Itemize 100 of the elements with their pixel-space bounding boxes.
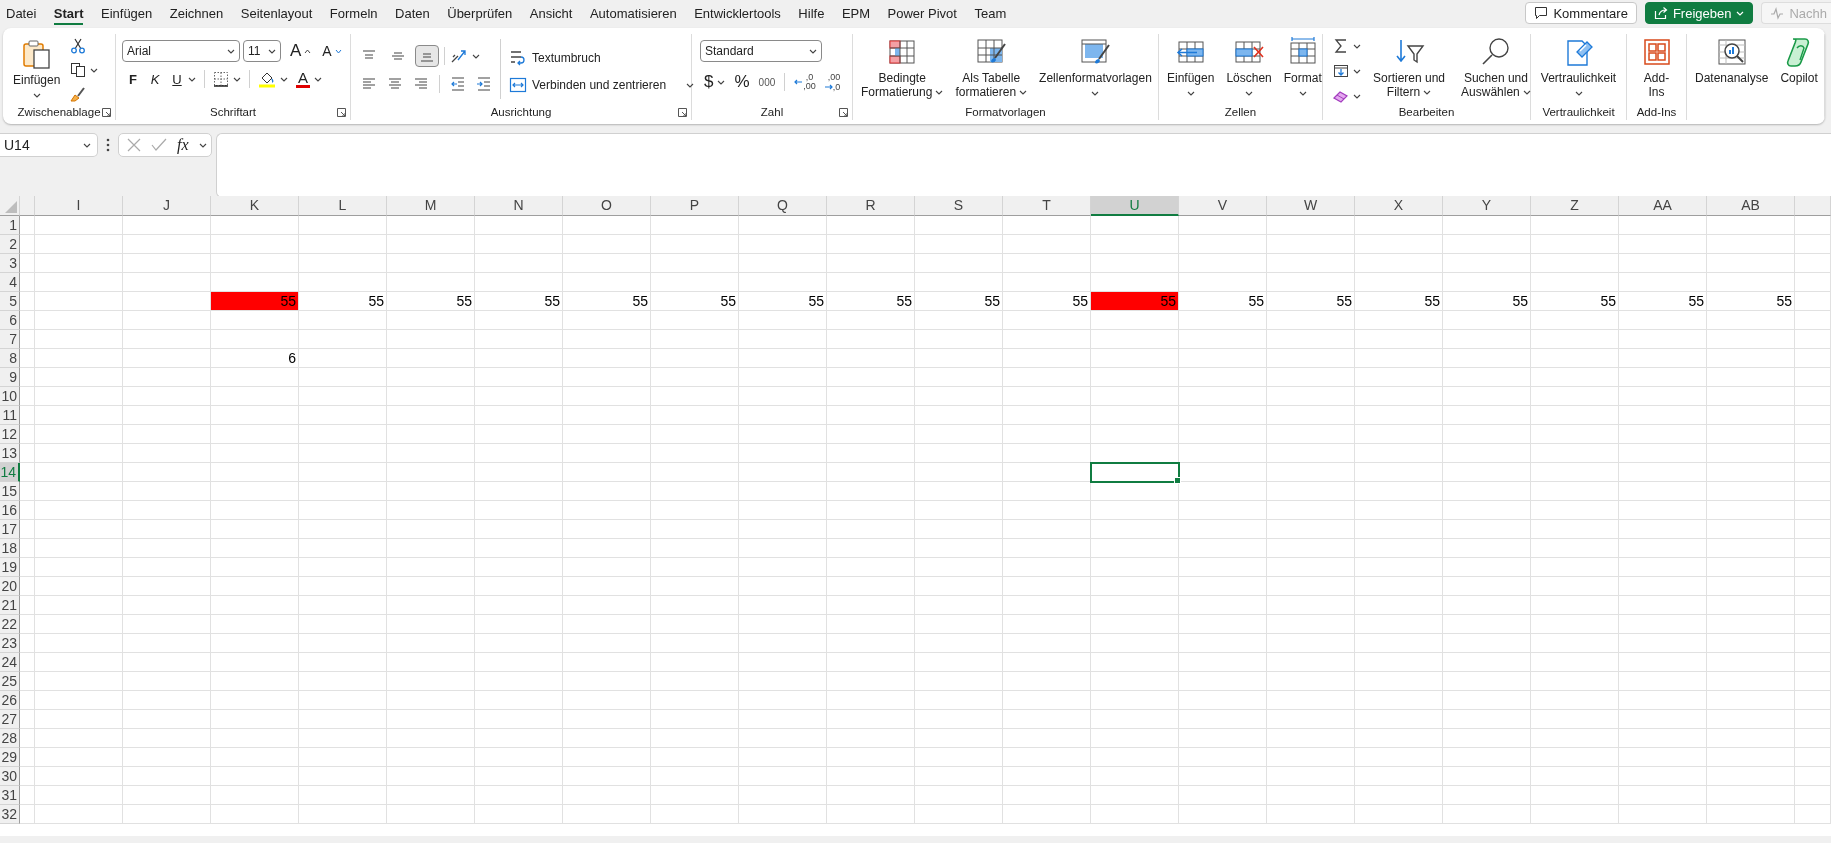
row-header[interactable]: 30 (0, 767, 20, 786)
row-header[interactable]: 27 (0, 710, 20, 729)
row-header[interactable]: 8 (0, 349, 20, 368)
ribbon-button[interactable]: Bedingte Formatierung (857, 34, 948, 101)
share-button[interactable]: Freigeben (1644, 2, 1754, 24)
column-header[interactable]: V (1179, 196, 1267, 216)
column-header[interactable]: P (651, 196, 739, 216)
align-right-icon[interactable] (413, 76, 429, 92)
ribbon-button[interactable]: Add- Ins (1636, 34, 1677, 101)
more-icon[interactable] (106, 138, 110, 152)
thousands-button[interactable]: 000 (758, 76, 776, 88)
caret-icon[interactable] (227, 48, 235, 54)
sum-icon[interactable] (1333, 38, 1349, 54)
caret-icon[interactable] (188, 76, 196, 82)
align-left-icon[interactable] (361, 76, 377, 92)
menu-tab[interactable]: Formeln (329, 1, 378, 25)
row-header[interactable]: 17 (0, 520, 20, 539)
increase-decimal-button[interactable]: ,0 ,00 (794, 73, 816, 91)
percent-button[interactable]: % (734, 72, 750, 92)
caret-icon[interactable] (1353, 93, 1361, 99)
row-header[interactable]: 23 (0, 634, 20, 653)
caret-icon[interactable] (83, 142, 91, 148)
dialog-launcher-icon[interactable] (678, 107, 687, 117)
ribbon-button[interactable]: Zellenformatvorlagen (1035, 34, 1156, 98)
ribbon-button[interactable]: Format (1279, 34, 1326, 98)
font-name-field[interactable]: Arial (122, 40, 240, 62)
decrease-indent-icon[interactable] (450, 76, 466, 92)
align-center-icon[interactable] (387, 76, 403, 92)
column-header[interactable]: W (1267, 196, 1355, 216)
menu-tab[interactable]: Datei (6, 1, 37, 25)
row-header[interactable]: 24 (0, 653, 20, 672)
row-header[interactable]: 32 (0, 805, 20, 824)
italic-button[interactable]: K (148, 71, 162, 87)
font-size-field[interactable]: 11 (243, 40, 281, 62)
column-header[interactable]: Y (1443, 196, 1531, 216)
caret-icon[interactable] (1353, 68, 1361, 74)
menu-tab[interactable]: Überprüfen (447, 1, 513, 25)
menu-tab[interactable]: Hilfe (798, 1, 825, 25)
underline-button[interactable]: U (170, 71, 184, 87)
insert-function-button[interactable]: fx (177, 136, 189, 154)
caret-icon[interactable] (1091, 91, 1100, 96)
caret-icon[interactable] (472, 53, 480, 59)
borders-icon[interactable] (213, 71, 229, 87)
caret-icon[interactable] (686, 82, 695, 88)
fill-down-icon[interactable] (1333, 63, 1349, 79)
caret-icon[interactable] (314, 76, 322, 82)
column-header[interactable]: K (211, 196, 299, 216)
caret-icon[interactable] (1019, 89, 1028, 95)
wrap-text-button[interactable]: Textumbruch (509, 49, 601, 67)
row-header[interactable]: 28 (0, 729, 20, 748)
menu-tab[interactable]: Einfügen (101, 1, 153, 25)
caret-icon[interactable] (233, 76, 241, 82)
currency-button[interactable]: $ (704, 72, 714, 92)
row-header[interactable]: 3 (0, 254, 20, 273)
row-header[interactable]: 2 (0, 235, 20, 254)
caret-icon[interactable] (1423, 89, 1432, 95)
row-header[interactable]: 5 (0, 292, 20, 311)
ribbon-button[interactable]: Einfügen (1163, 34, 1219, 98)
font-color-button[interactable]: A (296, 70, 310, 88)
menu-tab[interactable]: Seitenlayout (240, 1, 313, 25)
row-header[interactable]: 7 (0, 330, 20, 349)
row-header[interactable]: 19 (0, 558, 20, 577)
row-header[interactable]: 20 (0, 577, 20, 596)
caret-icon[interactable] (32, 93, 41, 98)
scissors-icon[interactable] (70, 38, 87, 54)
row-header[interactable]: 10 (0, 387, 20, 406)
ribbon-button[interactable]: Löschen (1222, 34, 1276, 98)
caret-icon[interactable] (280, 76, 288, 82)
name-box[interactable]: U14 (0, 133, 98, 157)
active-cell[interactable] (1091, 463, 1179, 482)
caret-icon[interactable] (1574, 91, 1583, 96)
menu-tab[interactable]: Zeichnen (169, 1, 224, 25)
caret-icon[interactable] (198, 142, 207, 148)
column-header[interactable]: AA (1619, 196, 1707, 216)
menu-tab[interactable]: Team (974, 1, 1007, 25)
number-format-field[interactable]: Standard (700, 40, 822, 62)
row-header[interactable]: 29 (0, 748, 20, 767)
caret-icon[interactable] (1186, 91, 1195, 96)
menu-tab[interactable]: EPM (841, 1, 871, 25)
bold-button[interactable]: F (126, 71, 140, 87)
vertical-align-button[interactable] (415, 45, 439, 67)
dialog-launcher-icon[interactable] (337, 107, 346, 117)
dialog-launcher-icon[interactable] (839, 107, 848, 117)
caret-icon[interactable] (1353, 43, 1361, 49)
caret-icon[interactable] (717, 79, 726, 85)
brush-icon[interactable] (70, 86, 87, 102)
fill-bucket-icon[interactable] (258, 70, 276, 88)
caret-icon[interactable] (1522, 89, 1531, 95)
column-header[interactable]: Q (739, 196, 827, 216)
row-header[interactable]: 31 (0, 786, 20, 805)
row-header[interactable]: 21 (0, 596, 20, 615)
formula-field[interactable] (215, 133, 1831, 198)
grow-font-button[interactable]: A (290, 41, 302, 61)
column-header[interactable]: N (475, 196, 563, 216)
row-header[interactable]: 25 (0, 672, 20, 691)
row-header[interactable]: 6 (0, 311, 20, 330)
fill-handle[interactable] (1174, 477, 1181, 484)
menu-tab[interactable]: Automatisieren (589, 1, 677, 25)
ribbon-button[interactable]: Sortieren und Filtern (1369, 34, 1450, 101)
decrease-decimal-button[interactable]: ,00 ,0 (824, 72, 841, 92)
